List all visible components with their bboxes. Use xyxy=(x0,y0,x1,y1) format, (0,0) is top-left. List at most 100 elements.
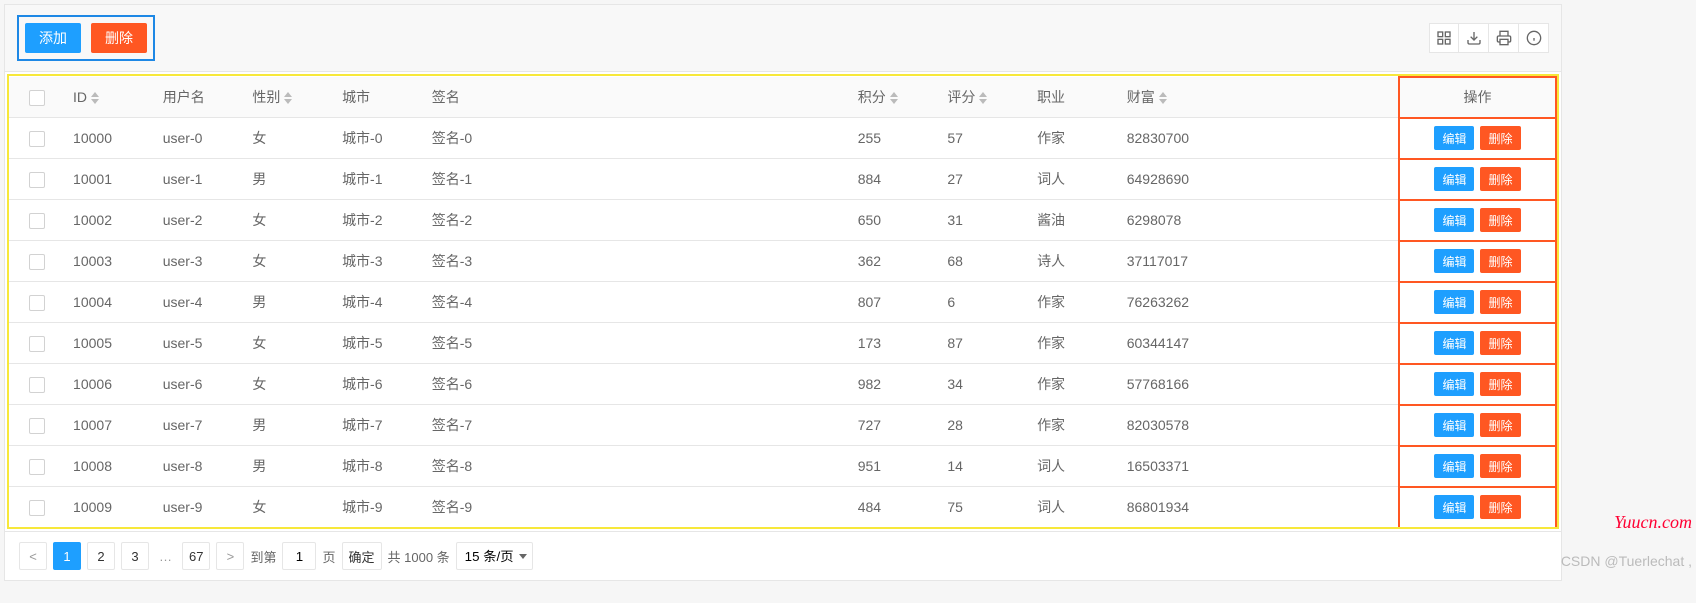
prev-page-button[interactable]: < xyxy=(19,542,47,570)
row-delete-button[interactable]: 删除 xyxy=(1480,208,1520,232)
table-row: 10004user-4男城市-4签名-48076作家76263262编辑删除 xyxy=(9,282,1556,323)
columns-icon[interactable] xyxy=(1429,23,1459,53)
row-actions: 编辑删除 xyxy=(1400,167,1555,191)
row-checkbox[interactable] xyxy=(29,377,45,393)
cell-score: 484 xyxy=(850,487,940,528)
page-1-button[interactable]: 1 xyxy=(53,542,81,570)
goto-page-input[interactable] xyxy=(282,542,316,570)
row-checkbox[interactable] xyxy=(29,295,45,311)
cell-id: 10000 xyxy=(65,118,155,159)
sort-id[interactable] xyxy=(91,92,99,104)
cell-job: 作家 xyxy=(1029,118,1119,159)
cell-wealth: 76263262 xyxy=(1119,282,1399,323)
table-container: 添加 删除 ID 用户名 性别 城市 签名 积分 评分 职业 xyxy=(4,4,1562,581)
edit-button[interactable]: 编辑 xyxy=(1434,167,1474,191)
cell-id: 10006 xyxy=(65,364,155,405)
edit-button[interactable]: 编辑 xyxy=(1434,208,1474,232)
col-operate-label: 操作 xyxy=(1463,87,1491,107)
edit-button[interactable]: 编辑 xyxy=(1434,331,1474,355)
cell-rating: 87 xyxy=(939,323,1029,364)
table-row: 10006user-6女城市-6签名-698234作家57768166编辑删除 xyxy=(9,364,1556,405)
select-all-checkbox[interactable] xyxy=(29,90,45,106)
edit-button[interactable]: 编辑 xyxy=(1434,413,1474,437)
cell-wealth: 82830700 xyxy=(1119,118,1399,159)
export-icon[interactable] xyxy=(1459,23,1489,53)
header-row: ID 用户名 性别 城市 签名 积分 评分 职业 财富 操作 xyxy=(9,77,1556,118)
sort-score[interactable] xyxy=(890,92,898,104)
watermark-site: Yuucn.com xyxy=(1614,512,1692,533)
edit-button[interactable]: 编辑 xyxy=(1434,454,1474,478)
cell-city: 城市-5 xyxy=(334,323,424,364)
cell-id: 10005 xyxy=(65,323,155,364)
row-delete-button[interactable]: 删除 xyxy=(1480,167,1520,191)
edit-button[interactable]: 编辑 xyxy=(1434,290,1474,314)
cell-wealth: 82030578 xyxy=(1119,405,1399,446)
per-page-select[interactable]: 15 条/页 xyxy=(456,542,533,570)
cell-city: 城市-0 xyxy=(334,118,424,159)
next-page-button[interactable]: > xyxy=(216,542,244,570)
row-delete-button[interactable]: 删除 xyxy=(1480,290,1520,314)
cell-user: user-3 xyxy=(155,241,245,282)
pagination: < 1 2 3 … 67 > 到第 页 确定 共 1000 条 15 条/页 xyxy=(5,531,1561,580)
page-last-button[interactable]: 67 xyxy=(182,542,210,570)
edit-button[interactable]: 编辑 xyxy=(1434,249,1474,273)
row-delete-button[interactable]: 删除 xyxy=(1480,372,1520,396)
goto-confirm-button[interactable]: 确定 xyxy=(342,542,382,570)
table-row: 10005user-5女城市-5签名-517387作家60344147编辑删除 xyxy=(9,323,1556,364)
cell-wealth: 57768166 xyxy=(1119,364,1399,405)
sort-wealth[interactable] xyxy=(1159,92,1167,104)
cell-wealth: 6298078 xyxy=(1119,200,1399,241)
page-suffix: 页 xyxy=(322,547,335,566)
edit-button[interactable]: 编辑 xyxy=(1434,126,1474,150)
cell-user: user-5 xyxy=(155,323,245,364)
row-checkbox[interactable] xyxy=(29,131,45,147)
cell-rating: 57 xyxy=(939,118,1029,159)
row-checkbox[interactable] xyxy=(29,213,45,229)
row-checkbox[interactable] xyxy=(29,418,45,434)
cell-score: 884 xyxy=(850,159,940,200)
col-score-label: 积分 xyxy=(858,89,886,105)
cell-sex: 女 xyxy=(244,364,334,405)
cell-sign: 签名-3 xyxy=(424,241,850,282)
row-delete-button[interactable]: 删除 xyxy=(1480,249,1520,273)
print-icon[interactable] xyxy=(1489,23,1519,53)
cell-city: 城市-4 xyxy=(334,282,424,323)
cell-job: 作家 xyxy=(1029,282,1119,323)
cell-user: user-0 xyxy=(155,118,245,159)
edit-button[interactable]: 编辑 xyxy=(1434,372,1474,396)
data-table: ID 用户名 性别 城市 签名 积分 评分 职业 财富 操作 10000user… xyxy=(9,76,1557,527)
row-checkbox[interactable] xyxy=(29,336,45,352)
sort-rating[interactable] xyxy=(979,92,987,104)
delete-button[interactable]: 删除 xyxy=(91,23,147,53)
cell-job: 酱油 xyxy=(1029,200,1119,241)
col-id-label: ID xyxy=(73,89,87,105)
add-button[interactable]: 添加 xyxy=(25,23,81,53)
cell-score: 650 xyxy=(850,200,940,241)
page-2-button[interactable]: 2 xyxy=(87,542,115,570)
row-checkbox[interactable] xyxy=(29,172,45,188)
edit-button[interactable]: 编辑 xyxy=(1434,495,1474,519)
cell-id: 10003 xyxy=(65,241,155,282)
row-delete-button[interactable]: 删除 xyxy=(1480,495,1520,519)
page-3-button[interactable]: 3 xyxy=(121,542,149,570)
row-checkbox[interactable] xyxy=(29,459,45,475)
row-checkbox[interactable] xyxy=(29,500,45,516)
col-user-label: 用户名 xyxy=(163,89,205,105)
row-actions: 编辑删除 xyxy=(1400,372,1555,396)
cell-wealth: 60344147 xyxy=(1119,323,1399,364)
info-icon[interactable] xyxy=(1519,23,1549,53)
table-row: 10000user-0女城市-0签名-025557作家82830700编辑删除 xyxy=(9,118,1556,159)
row-delete-button[interactable]: 删除 xyxy=(1480,331,1520,355)
row-actions: 编辑删除 xyxy=(1400,249,1555,273)
row-delete-button[interactable]: 删除 xyxy=(1480,126,1520,150)
col-city-label: 城市 xyxy=(342,89,370,105)
sort-sex[interactable] xyxy=(284,92,292,104)
cell-user: user-6 xyxy=(155,364,245,405)
table-row: 10002user-2女城市-2签名-265031酱油6298078编辑删除 xyxy=(9,200,1556,241)
row-delete-button[interactable]: 删除 xyxy=(1480,413,1520,437)
row-checkbox[interactable] xyxy=(29,254,45,270)
cell-job: 作家 xyxy=(1029,323,1119,364)
row-delete-button[interactable]: 删除 xyxy=(1480,454,1520,478)
cell-city: 城市-6 xyxy=(334,364,424,405)
cell-job: 作家 xyxy=(1029,405,1119,446)
